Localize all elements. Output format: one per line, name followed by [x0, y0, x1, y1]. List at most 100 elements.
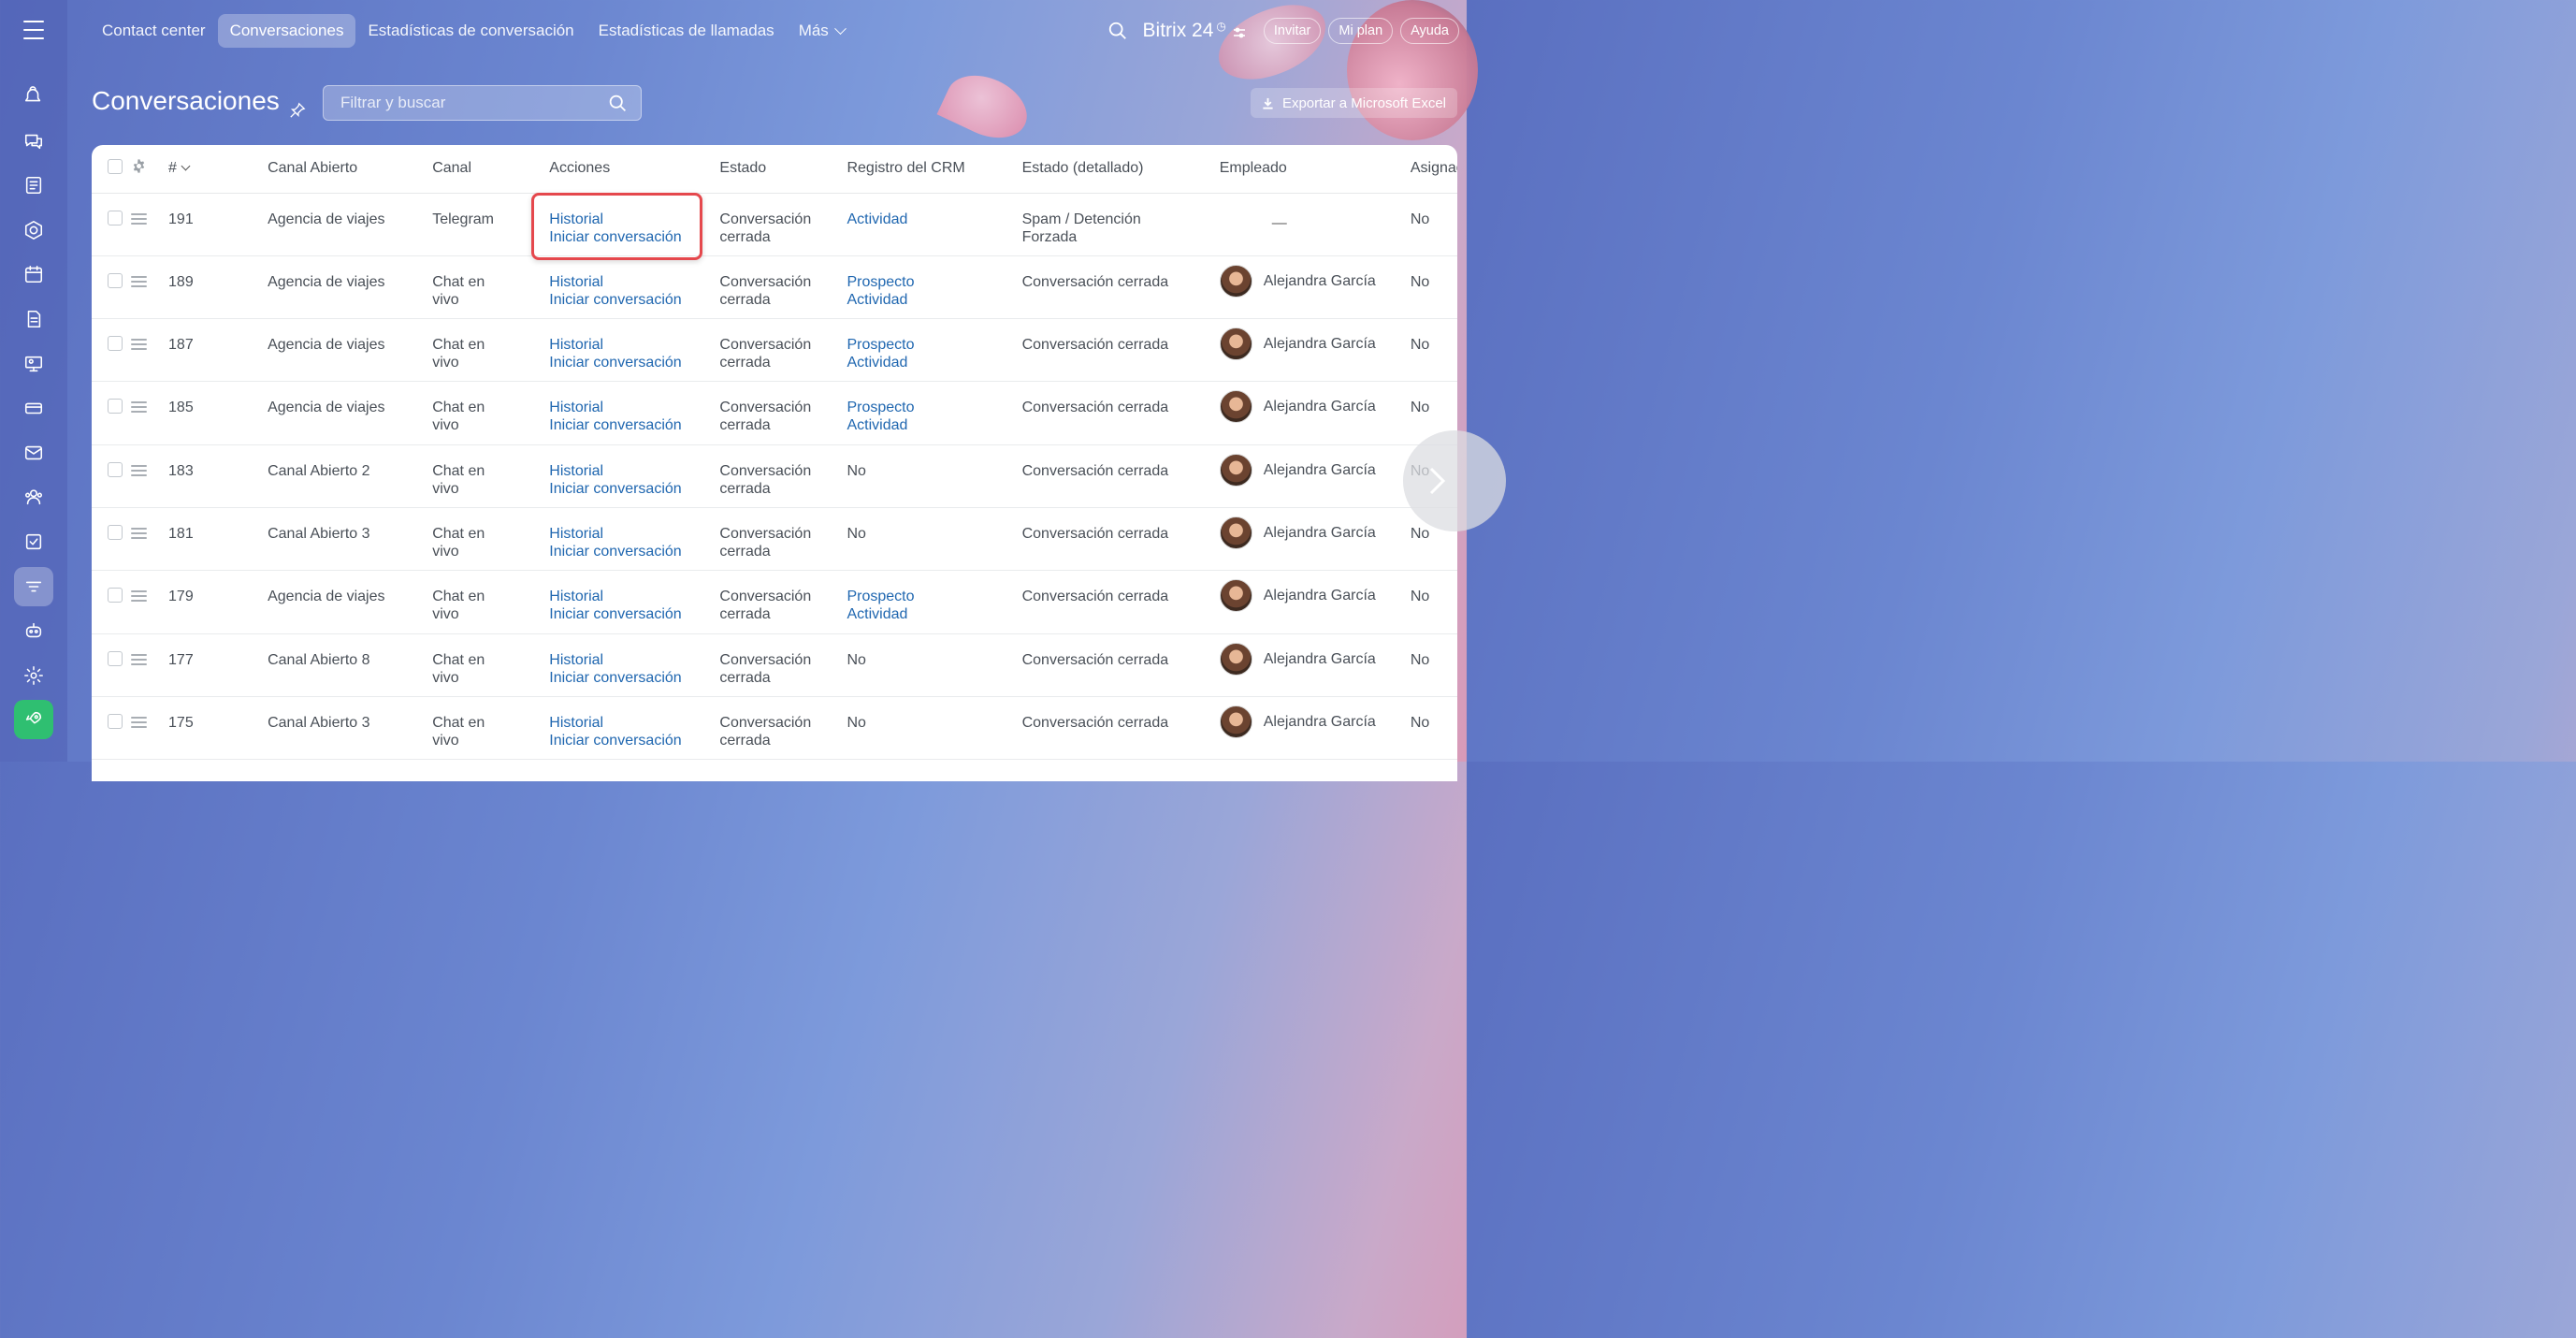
search-icon[interactable] [608, 94, 628, 113]
nav-item-conversaciones[interactable]: Conversaciones [217, 14, 356, 48]
header-num[interactable]: # [168, 145, 268, 194]
my-plan-button[interactable]: Mi plan [1328, 18, 1394, 44]
history-link[interactable]: Historial [549, 336, 719, 354]
row-checkbox[interactable] [108, 336, 123, 352]
sidebar-item-rocket[interactable] [14, 700, 53, 740]
row-menu-icon[interactable] [131, 590, 148, 603]
sidebar-item-contact-center[interactable] [14, 566, 53, 606]
sidebar-item-store[interactable] [14, 388, 53, 428]
header-asignado[interactable]: Asignad [1410, 145, 1457, 194]
row-checkbox[interactable] [108, 588, 123, 604]
header-canal-abierto[interactable]: Canal Abierto [268, 145, 433, 194]
table-row[interactable]: 191 Agencia de viajes Telegram Historial Ini… [92, 193, 1457, 256]
crm-link[interactable]: Actividad [847, 354, 1021, 371]
start-conversation-link[interactable]: Iniciar conversación [549, 543, 719, 560]
row-checkbox[interactable] [108, 399, 123, 414]
menu-icon[interactable] [23, 21, 44, 39]
history-link[interactable]: Historial [549, 651, 719, 669]
row-menu-icon[interactable] [131, 339, 148, 351]
sidebar-item-docs[interactable] [14, 299, 53, 339]
row-menu-icon[interactable] [131, 716, 148, 728]
table-row[interactable]: 187 Agencia de viajes Chat en vivo Historial… [92, 318, 1457, 383]
sidebar-item-mail[interactable] [14, 433, 53, 473]
search-input[interactable] [340, 94, 608, 112]
row-checkbox[interactable] [108, 713, 123, 729]
crm-link[interactable]: Actividad [847, 416, 1021, 434]
header-canal[interactable]: Canal [432, 145, 550, 194]
row-menu-icon[interactable] [131, 653, 148, 665]
nav-item-contact-center[interactable]: Contact center [90, 14, 218, 48]
employee-cell[interactable]: Alejandra García [1219, 453, 1411, 487]
select-all-checkbox[interactable] [108, 158, 123, 174]
header-estado[interactable]: Estado [719, 145, 847, 194]
employee-cell[interactable]: Alejandra García [1219, 264, 1411, 298]
employee-cell[interactable]: Alejandra García [1219, 579, 1411, 613]
row-menu-icon[interactable] [131, 212, 148, 225]
row-checkbox[interactable] [108, 461, 123, 477]
history-link[interactable]: Historial [549, 714, 719, 732]
sidebar-item-checklist[interactable] [14, 522, 53, 561]
sidebar-item-feed[interactable] [14, 77, 53, 116]
sliders-icon[interactable] [1232, 23, 1247, 38]
crm-link[interactable]: Actividad [847, 291, 1021, 309]
start-conversation-link[interactable]: Iniciar conversación [549, 354, 719, 371]
pin-icon[interactable] [289, 95, 306, 118]
header-acciones[interactable]: Acciones [549, 145, 720, 194]
start-conversation-link[interactable]: Iniciar conversación [549, 480, 719, 498]
sidebar-item-sites[interactable] [14, 344, 53, 384]
history-link[interactable]: Historial [549, 588, 719, 605]
row-menu-icon[interactable] [131, 527, 148, 539]
row-menu-icon[interactable] [131, 401, 148, 414]
help-button[interactable]: Ayuda [1400, 18, 1459, 44]
row-checkbox[interactable] [108, 210, 123, 225]
history-link[interactable]: Historial [549, 273, 719, 291]
table-row[interactable]: 181 Canal Abierto 3 Chat en vivo Historial In… [92, 507, 1457, 572]
table-row[interactable]: 189 Agencia de viajes Chat en vivo Historial… [92, 255, 1457, 320]
table-row[interactable]: 183 Canal Abierto 2 Chat en vivo Historial In… [92, 444, 1457, 508]
crm-link[interactable]: Actividad [847, 605, 1021, 623]
crm-link[interactable]: Prospecto [847, 399, 1021, 416]
nav-item-estadisticas-llamadas[interactable]: Estadísticas de llamadas [586, 14, 787, 48]
history-link[interactable]: Historial [549, 211, 719, 228]
row-menu-icon[interactable] [131, 275, 148, 287]
filter-search-box[interactable] [323, 85, 642, 121]
nav-item-mas[interactable]: Más [787, 14, 857, 48]
sidebar-item-tasks-list[interactable] [14, 166, 53, 205]
sidebar-item-calendar[interactable] [14, 255, 53, 294]
sidebar-item-contacts[interactable] [14, 477, 53, 516]
header-estado-detallado[interactable]: Estado (detallado) [1021, 145, 1220, 194]
header-crm[interactable]: Registro del CRM [847, 145, 1022, 194]
start-conversation-link[interactable]: Iniciar conversación [549, 732, 719, 749]
crm-link[interactable]: Prospecto [847, 588, 1021, 605]
employee-cell[interactable]: Alejandra García [1219, 642, 1411, 676]
start-conversation-link[interactable]: Iniciar conversación [549, 669, 719, 687]
brand-logo[interactable]: Bitrix 24 ◷ [1143, 20, 1247, 42]
invite-button[interactable]: Invitar [1263, 18, 1322, 44]
crm-link[interactable]: Prospecto [847, 336, 1021, 354]
history-link[interactable]: Historial [549, 525, 719, 543]
employee-cell[interactable]: Alejandra García [1219, 327, 1411, 361]
start-conversation-link[interactable]: Iniciar conversación [549, 228, 719, 246]
row-checkbox[interactable] [108, 650, 123, 666]
employee-cell[interactable]: Alejandra García [1219, 516, 1411, 549]
scroll-right-button[interactable] [1403, 430, 1506, 531]
crm-link[interactable]: Actividad [847, 211, 1021, 228]
history-link[interactable]: Historial [549, 462, 719, 480]
sidebar-item-chat[interactable] [14, 122, 53, 161]
gear-icon[interactable] [131, 159, 147, 178]
sidebar-item-robot[interactable] [14, 611, 53, 650]
history-link[interactable]: Historial [549, 399, 719, 416]
table-row[interactable]: 175 Canal Abierto 3 Chat en vivo Historial In… [92, 696, 1457, 761]
table-row[interactable]: 177 Canal Abierto 8 Chat en vivo Historial In… [92, 633, 1457, 697]
row-menu-icon[interactable] [131, 464, 148, 476]
export-excel-button[interactable]: Exportar a Microsoft Excel [1250, 88, 1457, 118]
start-conversation-link[interactable]: Iniciar conversación [549, 416, 719, 434]
crm-link[interactable]: Prospecto [847, 273, 1021, 291]
table-row[interactable]: 179 Agencia de viajes Chat en vivo Historial… [92, 570, 1457, 634]
row-checkbox[interactable] [108, 272, 123, 288]
employee-cell[interactable]: Alejandra García [1219, 705, 1411, 738]
row-checkbox[interactable] [108, 524, 123, 540]
start-conversation-link[interactable]: Iniciar conversación [549, 291, 719, 309]
sidebar-item-settings[interactable] [14, 656, 53, 695]
employee-cell[interactable]: Alejandra García [1219, 390, 1411, 424]
